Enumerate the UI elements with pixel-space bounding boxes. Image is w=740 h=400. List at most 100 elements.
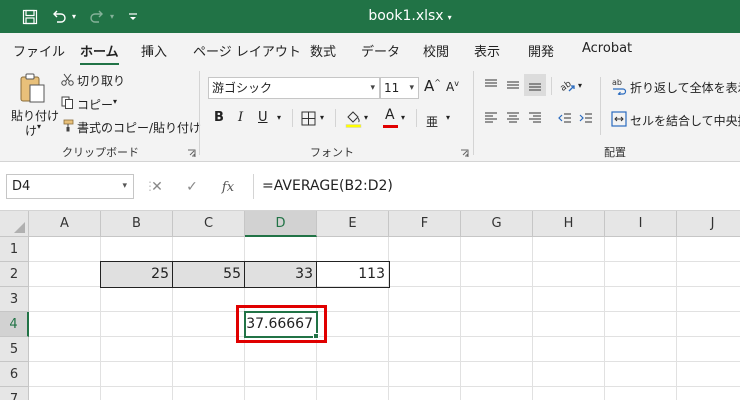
wrap-text-button[interactable]: 折り返して全体を表示す: [630, 79, 740, 96]
cell-a7[interactable]: [29, 387, 101, 400]
cell-c3[interactable]: [173, 287, 245, 312]
name-box-chevron-down-icon[interactable]: ▾: [122, 175, 127, 198]
cell-e3[interactable]: [317, 287, 389, 312]
cell-e1[interactable]: [317, 237, 389, 262]
cell-j2[interactable]: [677, 262, 740, 287]
column-header-e[interactable]: E: [317, 211, 389, 237]
workbook-title[interactable]: book1.xlsx ▾: [0, 0, 740, 33]
cell-g1[interactable]: [461, 237, 533, 262]
cell-a1[interactable]: [29, 237, 101, 262]
orientation-icon[interactable]: ab: [558, 76, 576, 94]
align-top-icon[interactable]: [483, 77, 499, 93]
phonetic-guide-button[interactable]: 亜: [426, 113, 438, 130]
cell-h1[interactable]: [533, 237, 605, 262]
cell-c6[interactable]: [173, 362, 245, 387]
increase-font-size-button[interactable]: A^: [424, 77, 441, 95]
fill-handle[interactable]: [313, 333, 319, 339]
format-painter-button[interactable]: 書式のコピー/貼り付け: [77, 119, 201, 136]
cell-g6[interactable]: [461, 362, 533, 387]
tab-review[interactable]: 校閲: [423, 41, 449, 60]
cell-h6[interactable]: [533, 362, 605, 387]
column-header-d[interactable]: D: [245, 211, 317, 237]
copy-button[interactable]: コピー: [77, 96, 113, 113]
row-header-1[interactable]: 1: [0, 237, 29, 262]
cell-e4[interactable]: [317, 312, 389, 337]
font-color-dropdown-icon[interactable]: ▾: [401, 113, 405, 122]
cell-h7[interactable]: [533, 387, 605, 400]
fill-color-icon[interactable]: [344, 108, 362, 128]
cell-b6[interactable]: [101, 362, 173, 387]
merge-center-icon[interactable]: [610, 110, 628, 128]
align-middle-icon[interactable]: [505, 77, 521, 93]
row-header-5[interactable]: 5: [0, 337, 29, 362]
formula-input[interactable]: =AVERAGE(B2:D2): [253, 174, 740, 199]
cell-d2[interactable]: 33: [245, 262, 317, 287]
cell-h3[interactable]: [533, 287, 605, 312]
cell-j1[interactable]: [677, 237, 740, 262]
cell-h2[interactable]: [533, 262, 605, 287]
cell-f6[interactable]: [389, 362, 461, 387]
font-size-chevron-down-icon[interactable]: ▾: [409, 78, 414, 98]
cell-f7[interactable]: [389, 387, 461, 400]
select-all-button[interactable]: [0, 211, 29, 237]
insert-function-icon[interactable]: fx: [220, 176, 236, 198]
align-center-icon[interactable]: [505, 110, 521, 126]
cell-i7[interactable]: [605, 387, 677, 400]
italic-button[interactable]: I: [238, 110, 243, 125]
clipboard-dialog-launcher-icon[interactable]: [187, 147, 196, 157]
column-header-j[interactable]: J: [677, 211, 740, 237]
paste-dropdown-icon[interactable]: ▾: [37, 122, 41, 131]
cell-f1[interactable]: [389, 237, 461, 262]
cell-d1[interactable]: [245, 237, 317, 262]
font-name-combo[interactable]: 游ゴシック ▾: [208, 77, 380, 99]
cell-e6[interactable]: [317, 362, 389, 387]
cell-a3[interactable]: [29, 287, 101, 312]
cell-g4[interactable]: [461, 312, 533, 337]
row-header-3[interactable]: 3: [0, 287, 29, 312]
cell-b5[interactable]: [101, 337, 173, 362]
cell-c4[interactable]: [173, 312, 245, 337]
column-header-i[interactable]: I: [605, 211, 677, 237]
paste-button-label-wrap[interactable]: け: [25, 122, 37, 139]
tab-home[interactable]: ホーム: [80, 41, 119, 66]
underline-dropdown-icon[interactable]: ▾: [277, 113, 281, 122]
cut-button[interactable]: 切り取り: [77, 72, 125, 89]
cell-d7[interactable]: [245, 387, 317, 400]
cell-d4-active[interactable]: 37.66667: [244, 311, 318, 338]
cell-g2[interactable]: [461, 262, 533, 287]
cell-j7[interactable]: [677, 387, 740, 400]
tab-file[interactable]: ファイル: [13, 41, 65, 60]
cell-d5[interactable]: [245, 337, 317, 362]
cut-icon[interactable]: [60, 72, 74, 86]
column-header-f[interactable]: F: [389, 211, 461, 237]
cell-a4[interactable]: [29, 312, 101, 337]
cell-h5[interactable]: [533, 337, 605, 362]
column-header-g[interactable]: G: [461, 211, 533, 237]
cell-b2[interactable]: 25: [101, 262, 173, 287]
cell-b7[interactable]: [101, 387, 173, 400]
cell-i5[interactable]: [605, 337, 677, 362]
cell-j5[interactable]: [677, 337, 740, 362]
cell-a2[interactable]: [29, 262, 101, 287]
name-box[interactable]: D4 ▾: [6, 174, 134, 199]
format-painter-icon[interactable]: [60, 118, 74, 132]
cell-c5[interactable]: [173, 337, 245, 362]
cell-g5[interactable]: [461, 337, 533, 362]
cell-i3[interactable]: [605, 287, 677, 312]
tab-view[interactable]: 表示: [474, 41, 500, 60]
merge-center-button[interactable]: セルを結合して中央揃え: [630, 112, 740, 129]
column-header-h[interactable]: H: [533, 211, 605, 237]
cell-b1[interactable]: [101, 237, 173, 262]
cell-j4[interactable]: [677, 312, 740, 337]
tab-page-layout[interactable]: ページ レイアウト: [193, 41, 301, 60]
column-header-c[interactable]: C: [173, 211, 245, 237]
borders-icon[interactable]: [300, 110, 316, 126]
font-name-chevron-down-icon[interactable]: ▾: [370, 78, 375, 98]
tab-insert[interactable]: 挿入: [141, 41, 167, 60]
cell-a6[interactable]: [29, 362, 101, 387]
cell-c7[interactable]: [173, 387, 245, 400]
orientation-dropdown-icon[interactable]: ▾: [578, 81, 582, 90]
copy-icon[interactable]: [60, 95, 74, 109]
cell-a5[interactable]: [29, 337, 101, 362]
cell-c2[interactable]: 55: [173, 262, 245, 287]
